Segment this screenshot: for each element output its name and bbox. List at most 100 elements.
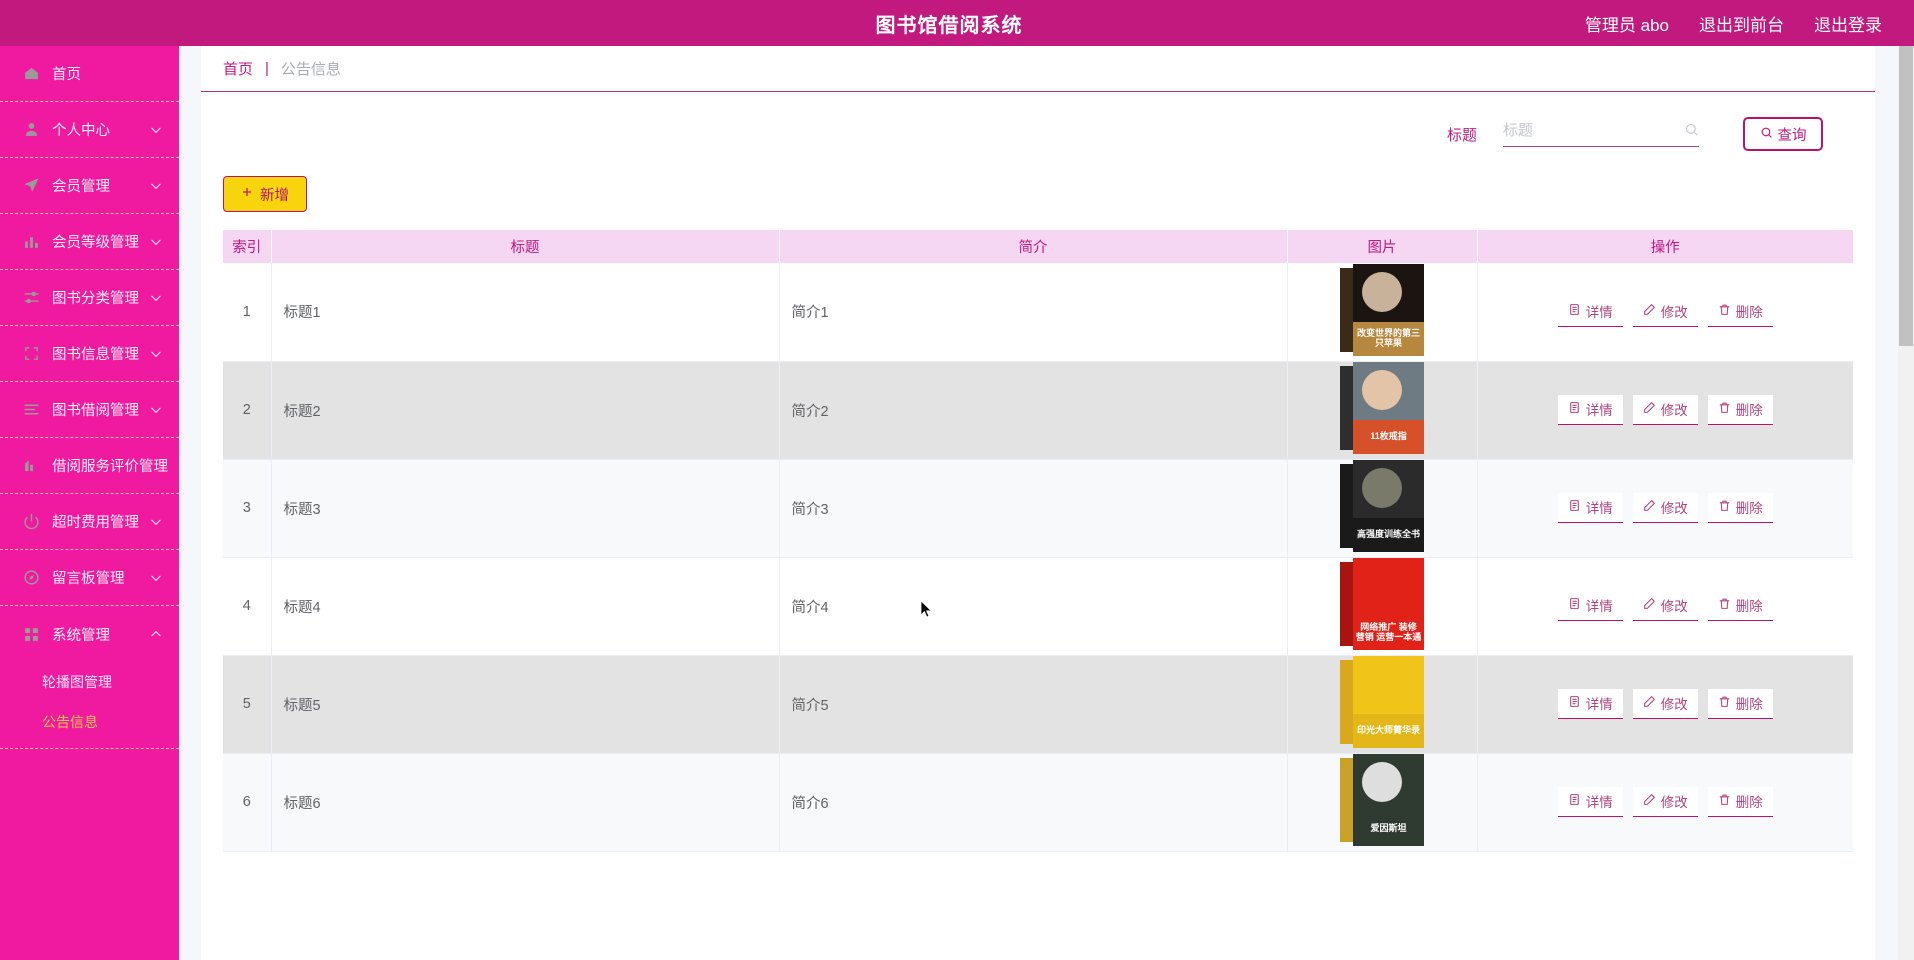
trash-icon: [1718, 695, 1731, 711]
chevron-down-icon[interactable]: [149, 403, 163, 417]
sidebar-item-3[interactable]: 会员等级管理: [0, 214, 179, 270]
sidebar-item-1[interactable]: 个人中心: [0, 102, 179, 158]
search-input[interactable]: [1503, 121, 1699, 139]
exit-to-front-link[interactable]: 退出到前台: [1699, 11, 1784, 36]
op-button-1[interactable]: 修改: [1632, 689, 1698, 719]
op-button-label: 修改: [1660, 304, 1688, 320]
trash-icon: [1718, 597, 1731, 613]
book-spine: [1340, 562, 1353, 646]
sidebar-item-7[interactable]: 借阅服务评价管理: [0, 438, 179, 494]
op-button-0[interactable]: 详情: [1557, 395, 1623, 425]
op-button-label: 删除: [1735, 304, 1763, 320]
table-row[interactable]: 5 标题5 简介5 印光大师菁华录 详情 修改 删除: [223, 655, 1853, 754]
home-icon: [22, 65, 40, 83]
table-row[interactable]: 2 标题2 简介2 11枚戒指 详情 修改 删除: [223, 361, 1853, 460]
op-button-label: 详情: [1585, 795, 1613, 810]
cell-title: 标题6: [271, 753, 780, 852]
breadcrumb-current: 公告信息: [280, 61, 341, 78]
vertical-scrollbar-track[interactable]: [1898, 46, 1914, 960]
op-button-label: 修改: [1660, 403, 1688, 418]
add-button[interactable]: 新增: [223, 176, 307, 212]
trash-icon: [1718, 793, 1731, 809]
send-icon: [22, 177, 40, 195]
chevron-down-icon[interactable]: [149, 179, 163, 193]
op-button-0[interactable]: 详情: [1557, 493, 1623, 523]
pencil-icon: [1643, 303, 1656, 319]
admin-name-label[interactable]: 管理员 abo: [1585, 11, 1669, 36]
toolbar: 新增: [201, 176, 1875, 230]
table-row[interactable]: 1 标题1 简介1 改变世界的第三只苹果 详情 修改 删除: [223, 263, 1853, 362]
cell-intro: 简介3: [779, 459, 1288, 558]
document-icon: [1568, 793, 1581, 809]
sidebar-item-0[interactable]: 首页: [0, 46, 179, 102]
cell-image: 高强度训练全书: [1287, 459, 1478, 558]
op-button-1[interactable]: 修改: [1632, 591, 1698, 621]
logout-link[interactable]: 退出登录: [1814, 11, 1882, 36]
op-button-2[interactable]: 删除: [1707, 689, 1773, 719]
cell-index: 4: [223, 557, 272, 656]
book-spine: [1340, 758, 1353, 842]
operation-buttons: 详情 修改 删除: [1490, 395, 1842, 425]
op-button-0[interactable]: 详情: [1557, 689, 1623, 719]
op-button-1[interactable]: 修改: [1632, 395, 1698, 425]
breadcrumb-home[interactable]: 首页: [223, 58, 253, 79]
op-button-2[interactable]: 删除: [1707, 591, 1773, 621]
sidebar-item-label: 首页: [52, 67, 81, 83]
op-button-label: 删除: [1735, 403, 1763, 418]
op-button-1[interactable]: 修改: [1632, 787, 1698, 817]
top-header-bar: 图书馆借阅系统 管理员 abo 退出到前台 退出登录: [0, 0, 1898, 46]
sidebar-item-9[interactable]: 留言板管理: [0, 550, 179, 606]
sidebar-item-10[interactable]: 系统管理: [0, 606, 179, 662]
sidebar-item-6[interactable]: 图书借阅管理: [0, 382, 179, 438]
op-button-2[interactable]: 删除: [1707, 493, 1773, 523]
breadcrumb-separator: |: [265, 60, 269, 77]
book-portrait: [1362, 762, 1402, 802]
chevron-up-icon[interactable]: [149, 627, 163, 641]
pencil-icon: [1643, 401, 1656, 417]
book-cover-hiit-training[interactable]: 高强度训练全书: [1340, 460, 1424, 552]
book-cover-marketing-red[interactable]: 网络推广 装修 营销 运营一本通: [1340, 558, 1424, 650]
chevron-down-icon[interactable]: [149, 235, 163, 249]
book-portrait: [1362, 468, 1402, 508]
book-caption: 印光大师菁华录: [1353, 714, 1424, 748]
op-button-0[interactable]: 详情: [1557, 297, 1623, 327]
chevron-down-icon[interactable]: [149, 291, 163, 305]
op-button-0[interactable]: 详情: [1557, 787, 1623, 817]
op-button-1[interactable]: 修改: [1632, 493, 1698, 523]
cell-image: 11枚戒指: [1287, 361, 1478, 460]
op-button-2[interactable]: 删除: [1707, 395, 1773, 425]
cell-title: 标题3: [271, 459, 780, 558]
sidebar-subitem-1[interactable]: 公告信息: [0, 702, 179, 742]
book-cover-portrait-gold[interactable]: 改变世界的第三只苹果: [1340, 263, 1424, 356]
sidebar-item-2[interactable]: 会员管理: [0, 158, 179, 214]
sidebar-item-label: 图书信息管理: [52, 347, 139, 363]
chevron-down-icon[interactable]: [149, 347, 163, 361]
op-button-0[interactable]: 详情: [1557, 591, 1623, 621]
cell-image: 印光大师菁华录: [1287, 655, 1478, 754]
chevron-down-icon[interactable]: [149, 123, 163, 137]
book-cover-yellow-essays[interactable]: 印光大师菁华录: [1340, 656, 1424, 748]
cell-operations: 详情 修改 删除: [1477, 263, 1853, 362]
sidebar-item-8[interactable]: 超时费用管理: [0, 494, 179, 550]
chevron-down-icon[interactable]: [149, 571, 163, 585]
op-button-2[interactable]: 删除: [1707, 787, 1773, 817]
chevron-down-icon[interactable]: [149, 515, 163, 529]
table-row[interactable]: 4 标题4 简介4 网络推广 装修 营销 运营一本通 详情 修改 删除: [223, 557, 1853, 656]
vertical-scrollbar-thumb[interactable]: [1899, 46, 1913, 346]
sidebar-item-5[interactable]: 图书信息管理: [0, 326, 179, 382]
pencil-icon: [1643, 597, 1656, 613]
cell-intro: 简介4: [779, 557, 1288, 656]
sidebar-item-4[interactable]: 图书分类管理: [0, 270, 179, 326]
book-cover-einstein[interactable]: 爱因斯坦: [1340, 754, 1424, 846]
cell-operations: 详情 修改 删除: [1477, 753, 1853, 852]
op-button-1[interactable]: 修改: [1632, 297, 1698, 327]
op-button-label: 详情: [1585, 599, 1613, 614]
op-button-label: 详情: [1585, 501, 1613, 516]
book-cover-eleven-rings[interactable]: 11枚戒指: [1340, 362, 1424, 454]
sidebar-subitem-0[interactable]: 轮播图管理: [0, 662, 179, 702]
op-button-2[interactable]: 删除: [1707, 297, 1773, 327]
table-row[interactable]: 3 标题3 简介3 高强度训练全书 详情 修改 删除: [223, 459, 1853, 558]
sidebar-item-label: 超时费用管理: [52, 515, 139, 531]
table-row[interactable]: 6 标题6 简介6 爱因斯坦 详情 修改 删除: [223, 753, 1853, 852]
query-button[interactable]: 查询: [1743, 117, 1823, 151]
